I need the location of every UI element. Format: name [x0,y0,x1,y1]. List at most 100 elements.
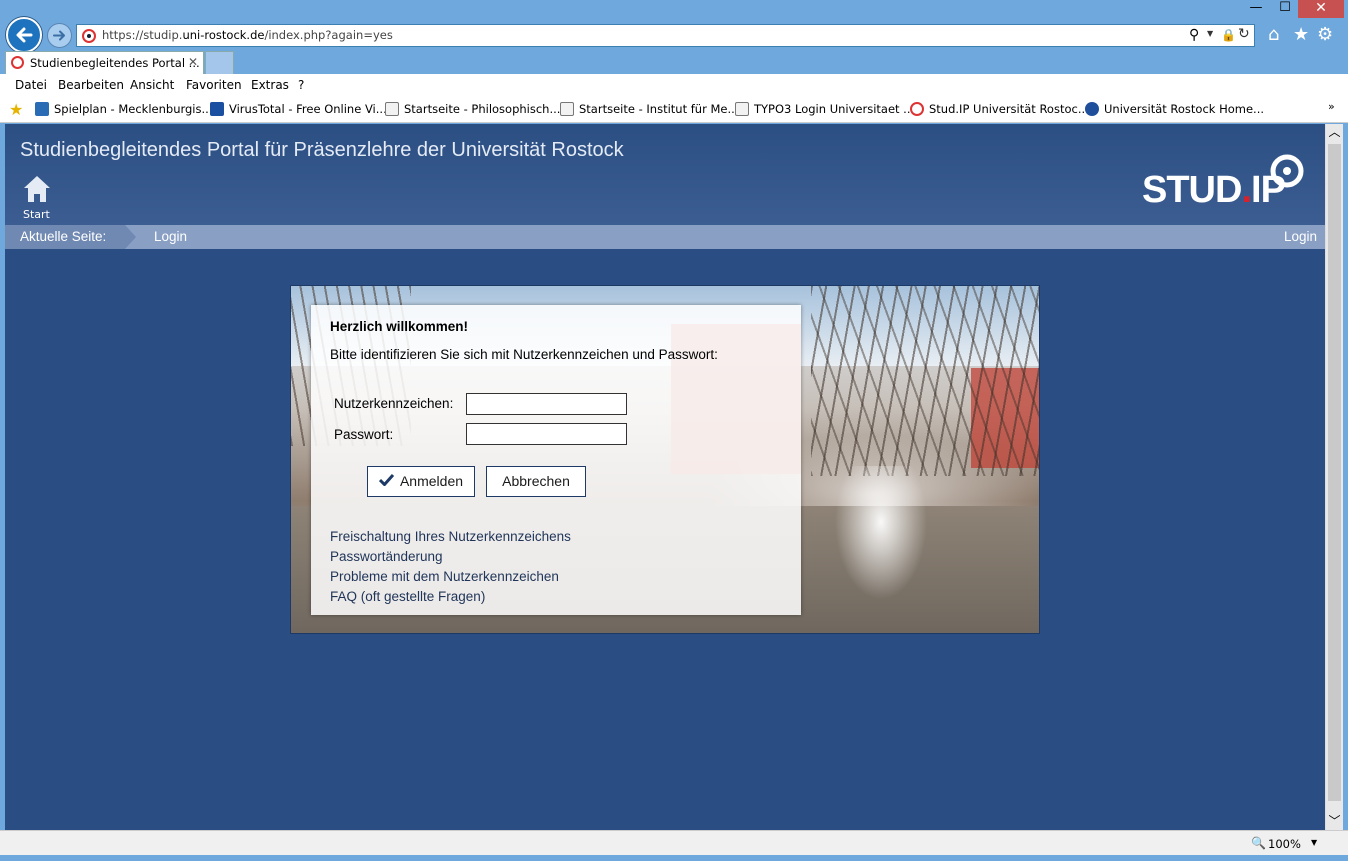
favorites-star-icon[interactable]: ★ [1293,24,1309,45]
favorite-link[interactable]: Stud.IP Universität Rostoc... [910,102,1089,116]
link-account-problems[interactable]: Probleme mit dem Nutzerkennzeichen [330,569,559,584]
login-instruction: Bitte identifizieren Sie sich mit Nutzer… [330,347,718,362]
link-faq[interactable]: FAQ (oft gestellte Fragen) [330,589,485,604]
virustotal-icon [210,102,224,116]
forward-button[interactable] [47,23,72,48]
search-icon[interactable]: ⚲ [1189,27,1199,43]
favorite-link[interactable]: VirusTotal - Free Online Vi... [210,102,387,116]
favorite-label: VirusTotal - Free Online Vi... [229,102,387,116]
home-icon [24,176,50,202]
close-window-button[interactable]: ✕ [1298,0,1344,18]
ie-page-icon [735,102,749,116]
page-header: Studienbegleitendes Portal für Präsenzle… [5,124,1325,225]
breadcrumb-arrow [125,225,136,249]
scroll-down-icon[interactable]: ﹀ [1326,813,1343,830]
breadcrumb: Aktuelle Seite: Login Login [5,225,1325,249]
zoom-icon[interactable]: 🔍 [1251,836,1266,850]
username-label: Nutzerkennzeichen: [334,396,454,411]
site-favicon-icon [82,29,96,43]
menu-extras[interactable]: Extras [251,78,289,92]
favorite-label: Startseite - Philosophisch... [404,102,561,116]
breadcrumb-label-box: Aktuelle Seite: [5,225,125,249]
menu-datei[interactable]: Datei [15,78,47,92]
favorite-link[interactable]: Startseite - Philosophisch... [385,102,560,116]
menu-ansicht[interactable]: Ansicht [130,78,174,92]
gear-icon[interactable]: ⚙ [1317,24,1333,45]
link-change-password[interactable]: Passwortänderung [330,549,443,564]
maximize-button[interactable]: ☐ [1272,0,1298,18]
chevron-down-icon[interactable]: ▼ [1207,29,1213,38]
lock-icon[interactable]: 🔒 [1221,28,1236,42]
welcome-heading: Herzlich willkommen! [330,319,469,334]
studip-ring-icon [1270,154,1304,188]
ie-page-icon [385,102,399,116]
refresh-icon[interactable]: ↻ [1238,26,1250,42]
photo-trees [811,286,1039,476]
cancel-button[interactable]: Abbrechen [486,466,586,497]
favorite-label: Stud.IP Universität Rostoc... [929,102,1089,116]
breadcrumb-current: Login [154,229,188,244]
scroll-up-icon[interactable]: ︿ [1326,124,1343,141]
menu-bearbeiten[interactable]: Bearbeiten [58,78,124,92]
vertical-scrollbar[interactable]: ︿ ﹀ [1325,124,1343,830]
link-activate-account[interactable]: Freischaltung Ihres Nutzerkennzeichens [330,529,571,544]
favorites-bar: ★ Spielplan - Mecklenburgis... VirusTota… [0,96,1348,123]
arrow-left-icon [16,27,33,43]
home-icon[interactable]: ⌂ [1268,24,1279,45]
logo-dot: . [1241,169,1252,211]
checkmark-icon [378,473,394,486]
password-field[interactable] [466,423,627,445]
studip-logo: STUD.IP [1142,169,1286,212]
chevron-down-icon[interactable]: ▼ [1311,838,1317,847]
add-favorite-icon[interactable]: ★ [9,100,23,119]
password-label: Passwort: [334,427,394,442]
url-domain: uni-rostock.de [182,28,265,42]
logo-text: STUD [1142,169,1242,211]
status-bar: 🔍 100% ▼ [0,830,1348,855]
url-prefix: https://studip. [102,28,183,42]
menu-favoriten[interactable]: Favoriten [186,78,242,92]
minimize-button[interactable]: — [1243,0,1269,18]
url-text[interactable]: https://studip.uni-rostock.de/index.php?… [102,28,393,42]
tab-favicon-icon [11,56,24,69]
new-tab-button[interactable] [205,51,234,74]
ship-icon [35,102,49,116]
login-button-label: Anmelden [399,473,464,489]
favorite-link[interactable]: Spielplan - Mecklenburgis... [35,102,212,116]
breadcrumb-login-link[interactable]: Login [1284,229,1317,244]
menu-help[interactable]: ? [298,78,304,92]
tab-close-icon[interactable]: ✕ [188,55,198,69]
url-path: /index.php?again=yes [264,28,393,42]
favorite-label: Spielplan - Mecklenburgis... [54,102,213,116]
favorite-label: Universität Rostock Home... [1104,102,1265,116]
start-nav-label[interactable]: Start [23,208,50,221]
login-photo-frame: Herzlich willkommen! Bitte identifiziere… [290,285,1040,634]
page-title: Studienbegleitendes Portal für Präsenzle… [20,139,624,161]
favorite-label: TYPO3 Login Universitaet ... [754,102,915,116]
arrow-right-icon [53,30,65,41]
favorite-label: Startseite - Institut für Me... [579,102,739,116]
page-viewport: Studienbegleitendes Portal für Präsenzle… [5,124,1325,830]
favorite-link[interactable]: TYPO3 Login Universitaet ... [735,102,914,116]
login-button[interactable]: Anmelden [367,466,475,497]
menu-bar: Datei Bearbeiten Ansicht Favoriten Extra… [0,74,1348,96]
window-bottom-edge [0,855,1348,861]
favorites-more-icon[interactable]: » [1328,100,1335,113]
tab-studip[interactable]: Studienbegleitendes Portal ... ✕ [5,51,204,74]
title-bar: — ☐ ✕ https://studip.uni-rostock.de/inde… [0,0,1348,53]
favorite-link[interactable]: Startseite - Institut für Me... [560,102,738,116]
address-bar[interactable]: https://studip.uni-rostock.de/index.php?… [76,24,1255,47]
globe-icon [1085,102,1099,116]
tab-strip: Studienbegleitendes Portal ... ✕ [0,50,1348,74]
ie-page-icon [560,102,574,116]
photo-fountain [831,466,931,606]
username-field[interactable] [466,393,627,415]
start-nav-link[interactable] [23,174,51,207]
back-button[interactable] [6,17,42,53]
zoom-level[interactable]: 100% [1268,837,1301,851]
scrollbar-thumb[interactable] [1328,144,1341,801]
favorite-link[interactable]: Universität Rostock Home... [1085,102,1264,116]
login-panel: Herzlich willkommen! Bitte identifiziere… [311,305,801,615]
tab-title: Studienbegleitendes Portal ... [30,56,200,70]
breadcrumb-label: Aktuelle Seite: [20,229,107,244]
